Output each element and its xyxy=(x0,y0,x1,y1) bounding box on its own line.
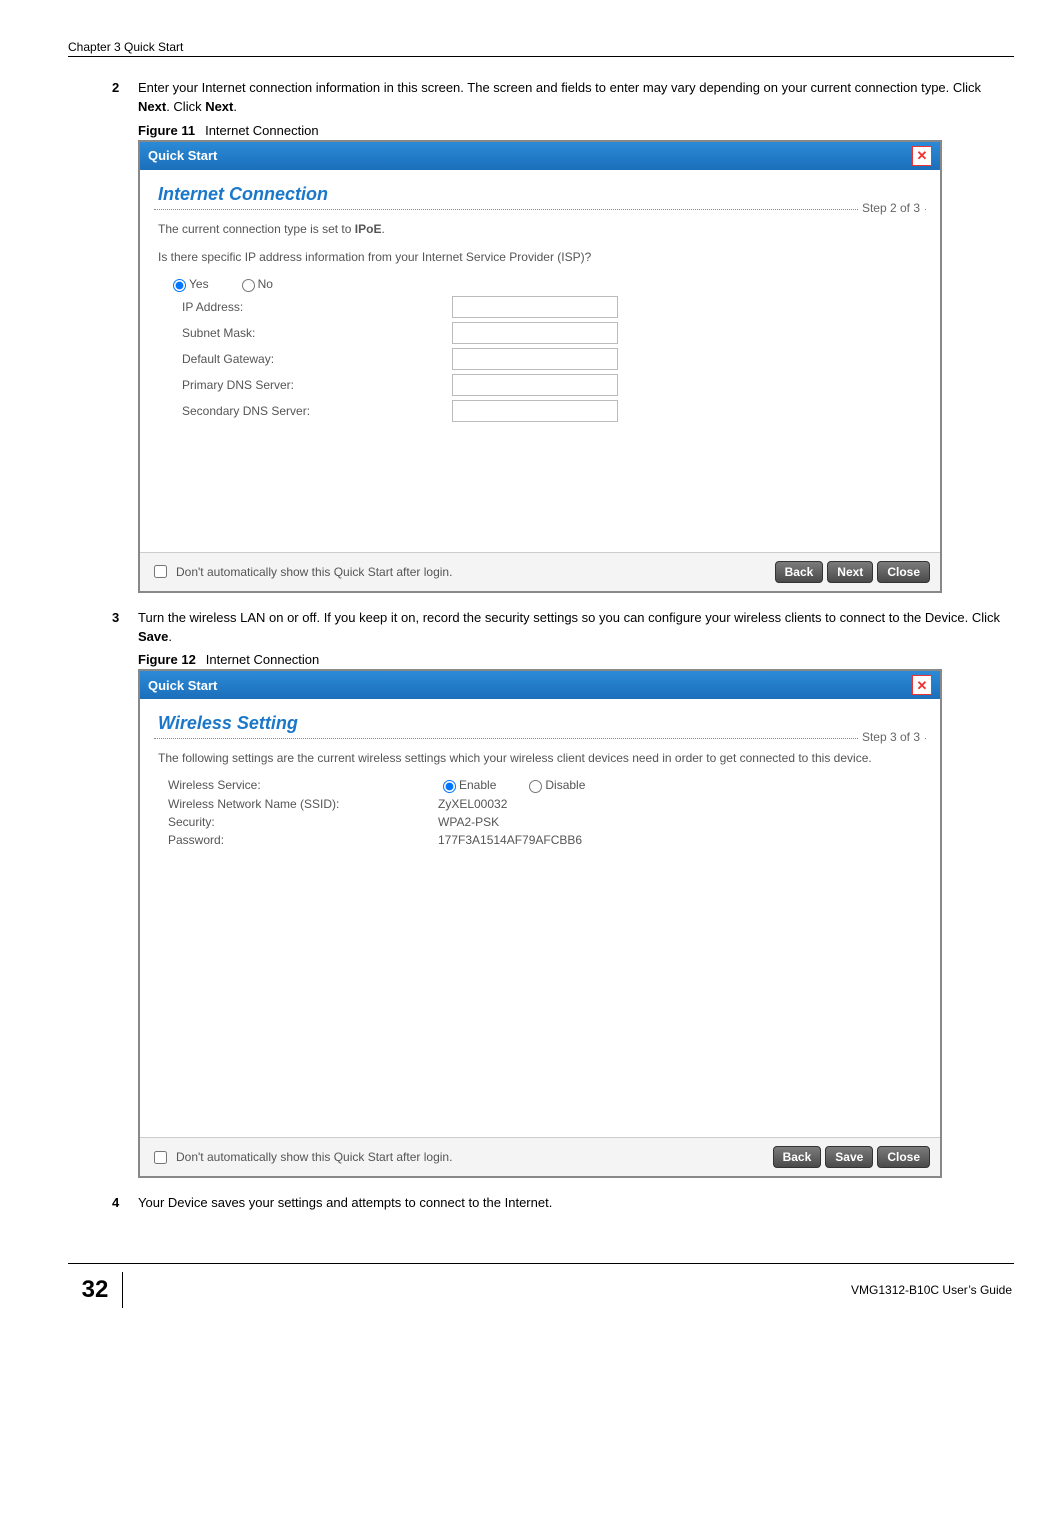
step-2-text-a: Enter your Internet connection informati… xyxy=(138,80,981,95)
auto-show-checkbox[interactable] xyxy=(154,565,167,578)
radio-enable[interactable] xyxy=(443,780,456,793)
step-4: 4 Your Device saves your settings and at… xyxy=(112,1194,1014,1213)
chapter-header: Chapter 3 Quick Start xyxy=(68,40,1014,57)
auto-show-label: Don't automatically show this Quick Star… xyxy=(176,565,452,579)
step-2-bold2: Next xyxy=(205,99,233,114)
close-button-2[interactable]: Close xyxy=(877,1146,930,1168)
connection-type-value: IPoE xyxy=(355,222,382,236)
step-2-text-b: . Click xyxy=(166,99,205,114)
radio-yes-label: Yes xyxy=(189,277,209,291)
auto-show-checkbox-2[interactable] xyxy=(154,1151,167,1164)
divider: Step 2 of 3 xyxy=(154,209,926,210)
wireless-service-label: Wireless Service: xyxy=(168,778,438,792)
figure-12-title: Internet Connection xyxy=(206,652,319,667)
step-3-text-a: Turn the wireless LAN on or off. If you … xyxy=(138,610,1000,625)
panel-title-wireless-setting: Wireless Setting xyxy=(158,713,926,734)
dialog-title-text: Quick Start xyxy=(148,148,217,163)
connection-type-sentence: The current connection type is set to IP… xyxy=(158,220,926,238)
figure-11-caption: Figure 11 Internet Connection xyxy=(138,123,1014,138)
close-icon[interactable]: ✕ xyxy=(912,675,932,695)
step-2-number: 2 xyxy=(112,79,138,117)
guide-name: VMG1312-B10C User’s Guide xyxy=(123,1283,1014,1297)
quick-start-dialog-2: Quick Start ✕ Wireless Setting Step 3 of… xyxy=(138,669,942,1178)
radio-disable-label: Disable xyxy=(545,778,585,792)
connection-type-a: The current connection type is set to xyxy=(158,222,355,236)
panel-title-internet-connection: Internet Connection xyxy=(158,184,926,205)
step-3-number: 3 xyxy=(112,609,138,647)
password-value: 177F3A1514AF79AFCBB6 xyxy=(438,833,582,847)
radio-no[interactable] xyxy=(242,279,255,292)
step-indicator-2: Step 3 of 3 xyxy=(858,730,924,744)
step-3-text: Turn the wireless LAN on or off. If you … xyxy=(138,609,1014,647)
primary-dns-input[interactable] xyxy=(452,374,618,396)
radio-no-label: No xyxy=(258,277,273,291)
password-label: Password: xyxy=(168,833,438,847)
dialog2-titlebar: Quick Start ✕ xyxy=(140,671,940,699)
step-3-bold1: Save xyxy=(138,629,168,644)
step-3-text-b: . xyxy=(168,629,172,644)
isp-question: Is there specific IP address information… xyxy=(158,248,926,266)
figure-11-title: Internet Connection xyxy=(205,123,318,138)
subnet-mask-label: Subnet Mask: xyxy=(182,326,452,340)
radio-disable[interactable] xyxy=(529,780,542,793)
step-4-text: Your Device saves your settings and atte… xyxy=(138,1194,1014,1213)
primary-dns-label: Primary DNS Server: xyxy=(182,378,452,392)
secondary-dns-label: Secondary DNS Server: xyxy=(182,404,452,418)
default-gateway-label: Default Gateway: xyxy=(182,352,452,366)
figure-12-caption: Figure 12 Internet Connection xyxy=(138,652,1014,667)
divider: Step 3 of 3 xyxy=(154,738,926,739)
ssid-value: ZyXEL00032 xyxy=(438,797,507,811)
step-2-text-c: . xyxy=(233,99,237,114)
step-4-number: 4 xyxy=(112,1194,138,1213)
page-footer: 32 VMG1312-B10C User’s Guide xyxy=(68,1263,1014,1308)
ip-address-label: IP Address: xyxy=(182,300,452,314)
close-icon[interactable]: ✕ xyxy=(912,146,932,166)
subnet-mask-input[interactable] xyxy=(452,322,618,344)
step-2-bold1: Next xyxy=(138,99,166,114)
dialog2-title-text: Quick Start xyxy=(148,678,217,693)
wireless-desc: The following settings are the current w… xyxy=(158,749,926,767)
next-button[interactable]: Next xyxy=(827,561,873,583)
default-gateway-input[interactable] xyxy=(452,348,618,370)
step-2: 2 Enter your Internet connection informa… xyxy=(112,79,1014,117)
dialog-titlebar: Quick Start ✕ xyxy=(140,142,940,170)
figure-11-number: Figure 11 xyxy=(138,123,195,138)
figure-12-number: Figure 12 xyxy=(138,652,196,667)
back-button[interactable]: Back xyxy=(775,561,824,583)
security-label: Security: xyxy=(168,815,438,829)
ip-address-input[interactable] xyxy=(452,296,618,318)
connection-type-b: . xyxy=(381,222,384,236)
back-button-2[interactable]: Back xyxy=(773,1146,822,1168)
step-2-text: Enter your Internet connection informati… xyxy=(138,79,1014,117)
ssid-label: Wireless Network Name (SSID): xyxy=(168,797,438,811)
security-value: WPA2-PSK xyxy=(438,815,499,829)
radio-enable-label: Enable xyxy=(459,778,496,792)
save-button[interactable]: Save xyxy=(825,1146,873,1168)
page-number: 32 xyxy=(68,1272,123,1308)
auto-show-label-2: Don't automatically show this Quick Star… xyxy=(176,1150,452,1164)
radio-yes[interactable] xyxy=(173,279,186,292)
quick-start-dialog-1: Quick Start ✕ Internet Connection Step 2… xyxy=(138,140,942,593)
step-3: 3 Turn the wireless LAN on or off. If yo… xyxy=(112,609,1014,647)
secondary-dns-input[interactable] xyxy=(452,400,618,422)
close-button[interactable]: Close xyxy=(877,561,930,583)
step-indicator: Step 2 of 3 xyxy=(858,201,924,215)
